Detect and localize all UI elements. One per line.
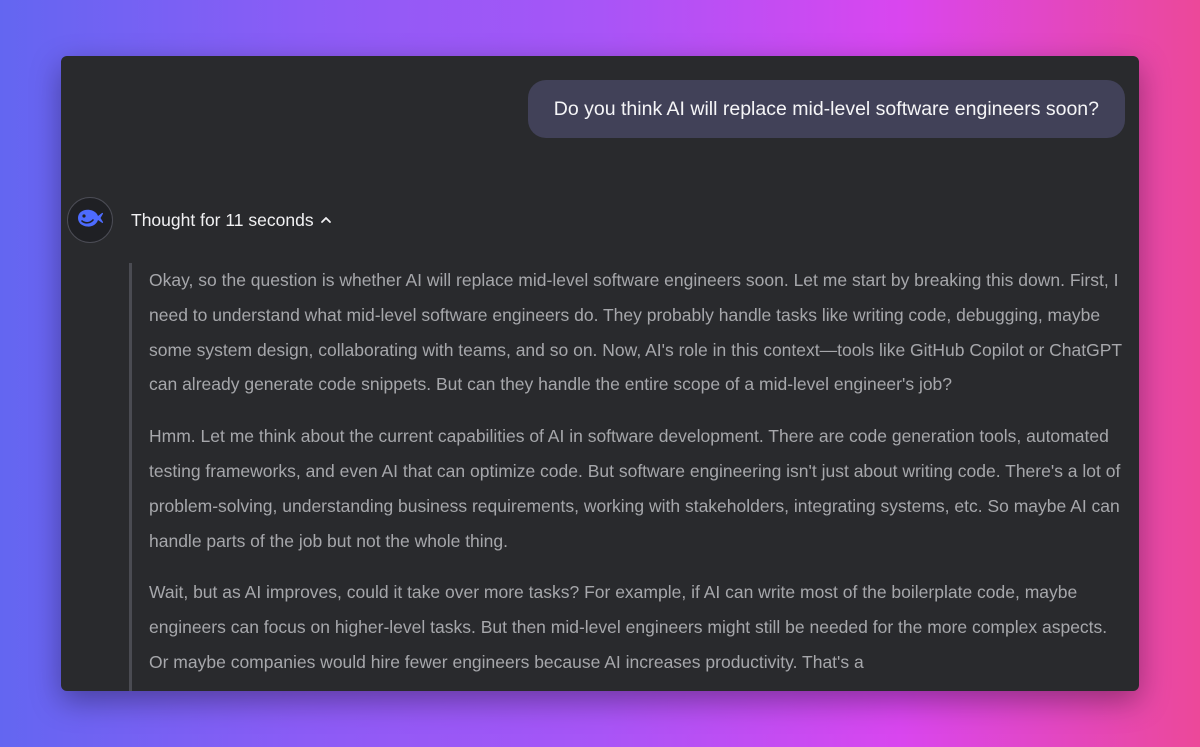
deepseek-whale-icon bbox=[75, 206, 105, 235]
user-message-bubble: Do you think AI will replace mid-level s… bbox=[527, 80, 1125, 138]
reasoning-paragraph: Okay, so the question is whether AI will… bbox=[149, 270, 1122, 395]
user-message-text: Do you think AI will replace mid-level s… bbox=[553, 98, 1099, 120]
reasoning-paragraph: Wait, but as AI improves, could it take … bbox=[149, 582, 1108, 672]
thought-duration-label: Thought for 11 seconds bbox=[131, 209, 314, 230]
assistant-avatar bbox=[67, 197, 113, 243]
reasoning-paragraph: Hmm. Let me think about the current capa… bbox=[149, 426, 1121, 551]
reasoning-block: Okay, so the question is whether AI will… bbox=[129, 263, 1129, 691]
chevron-up-icon bbox=[320, 215, 332, 225]
thought-toggle-button[interactable]: Thought for 11 seconds bbox=[131, 207, 332, 233]
chat-window: Do you think AI will replace mid-level s… bbox=[61, 56, 1139, 691]
